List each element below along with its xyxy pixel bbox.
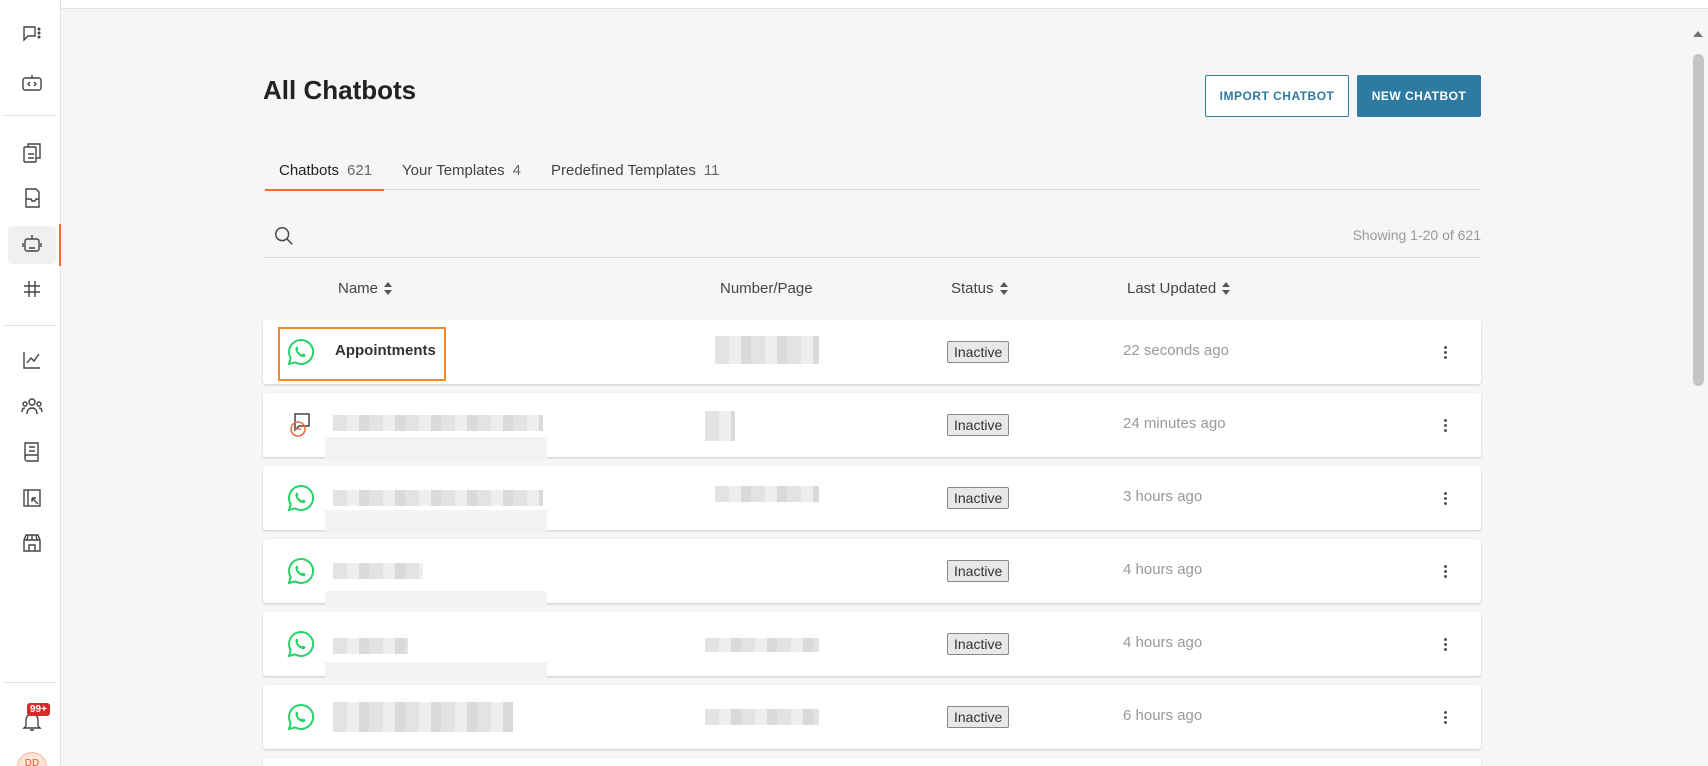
search-bar: Showing 1-20 of 621: [263, 214, 1481, 258]
tab-chatbots[interactable]: Chatbots 621: [264, 150, 385, 191]
tab-your-templates[interactable]: Your Templates 4: [402, 150, 521, 190]
new-chatbot-button[interactable]: NEW CHATBOT: [1357, 75, 1481, 117]
sort-icon: [384, 282, 393, 295]
code-bot-icon[interactable]: [19, 70, 45, 96]
tab-predefined-templates[interactable]: Predefined Templates 11: [551, 150, 719, 190]
whatsapp-icon: [287, 557, 315, 585]
table-row[interactable]: Appointments Inactive 22 seconds ago: [263, 320, 1481, 384]
redacted-block: [325, 437, 547, 461]
whatsapp-icon: [287, 484, 315, 512]
redacted-number: [705, 638, 819, 652]
redacted-block: [325, 510, 547, 534]
sort-icon: [1222, 282, 1231, 295]
avatar[interactable]: DD: [17, 752, 47, 766]
redacted-name: [333, 638, 408, 654]
last-updated: 4 hours ago: [1123, 634, 1203, 651]
tab-bar: Chatbots 621 Your Templates 4 Predefined…: [263, 150, 1481, 191]
more-options-icon[interactable]: [1437, 488, 1453, 508]
last-updated: 24 minutes ago: [1123, 415, 1226, 432]
scrollbar[interactable]: [1690, 9, 1708, 766]
column-label: Name: [338, 280, 379, 297]
scrollbar-thumb[interactable]: [1693, 54, 1704, 386]
redacted-block: [325, 591, 547, 607]
whatsapp-icon: [287, 630, 315, 658]
column-header-name[interactable]: Name: [338, 280, 393, 297]
copy-doc-icon[interactable]: [19, 140, 45, 166]
status-badge: Inactive: [947, 341, 1010, 363]
column-label: Number/Page: [720, 280, 813, 297]
last-updated: 4 hours ago: [1123, 561, 1203, 578]
more-options-icon[interactable]: [1437, 342, 1453, 362]
redacted-block: [325, 662, 547, 680]
rail-divider: [4, 682, 56, 683]
redacted-number: [715, 486, 819, 502]
hashtag-icon[interactable]: [19, 276, 45, 302]
whatsapp-icon: [287, 338, 315, 366]
table-row[interactable]: Inactive 4 hours ago: [263, 612, 1481, 680]
redacted-name: [333, 563, 423, 579]
table-row[interactable]: Inactive 24 minutes ago: [263, 393, 1481, 461]
column-header-number: Number/Page: [720, 280, 813, 297]
more-options-icon[interactable]: [1437, 561, 1453, 581]
status-badge: Inactive: [947, 633, 1010, 655]
tab-label: Chatbots: [279, 161, 340, 179]
store-icon[interactable]: [19, 530, 45, 556]
redacted-name: [333, 490, 543, 506]
rail-divider: [4, 115, 56, 116]
column-header-last-updated[interactable]: Last Updated: [1127, 280, 1231, 297]
results-count: Showing 1-20 of 621: [1352, 227, 1481, 243]
more-options-icon[interactable]: [1437, 415, 1453, 435]
chatbot-icon[interactable]: [19, 231, 45, 257]
column-label: Status: [951, 280, 994, 297]
top-bar: [61, 0, 1708, 9]
notification-badge: 99+: [27, 703, 50, 716]
tab-count: 11: [703, 161, 720, 179]
import-chatbot-button[interactable]: IMPORT CHATBOT: [1205, 75, 1349, 117]
table-row[interactable]: [263, 758, 1481, 766]
status-badge: Inactive: [947, 487, 1010, 509]
redacted-name: [333, 415, 543, 431]
tab-label: Your Templates: [402, 161, 505, 179]
last-updated: 22 seconds ago: [1123, 342, 1229, 359]
redacted-name: [333, 702, 513, 732]
tab-label: Predefined Templates: [551, 161, 696, 179]
contacts-icon[interactable]: [19, 393, 45, 419]
table-row[interactable]: Inactive 3 hours ago: [263, 466, 1481, 534]
last-updated: 3 hours ago: [1123, 488, 1203, 505]
column-label: Last Updated: [1127, 280, 1217, 297]
status-badge: Inactive: [947, 414, 1010, 436]
redacted-number: [705, 411, 735, 441]
redacted-number: [705, 709, 819, 725]
status-badge: Inactive: [947, 560, 1010, 582]
table-row[interactable]: Inactive 6 hours ago: [263, 685, 1481, 749]
book-icon[interactable]: [19, 439, 45, 465]
left-sidebar: 99+ DD: [0, 0, 61, 766]
search-icon[interactable]: [273, 225, 295, 247]
active-indicator: [59, 224, 61, 266]
whatsapp-icon: [287, 703, 315, 731]
more-options-icon[interactable]: [1437, 707, 1453, 727]
analytics-icon[interactable]: [19, 347, 45, 373]
rail-divider: [4, 325, 56, 326]
more-options-icon[interactable]: [1437, 634, 1453, 654]
messenger-bot-icon: [290, 413, 310, 437]
table-row[interactable]: Inactive 4 hours ago: [263, 539, 1481, 607]
tab-count: 621: [347, 161, 373, 179]
tab-count: 4: [512, 161, 521, 179]
sort-icon: [999, 282, 1008, 295]
inbox-icon[interactable]: [19, 185, 45, 211]
chatbot-name[interactable]: Appointments: [335, 342, 436, 359]
last-updated: 6 hours ago: [1123, 707, 1203, 724]
page-title: All Chatbots: [263, 75, 417, 105]
scroll-up-arrow[interactable]: [1693, 31, 1703, 37]
column-header-status[interactable]: Status: [951, 280, 1008, 297]
redacted-number: [715, 336, 819, 364]
campaign-icon[interactable]: [19, 485, 45, 511]
chat-icon[interactable]: [19, 22, 45, 48]
status-badge: Inactive: [947, 706, 1010, 728]
search-input[interactable]: [303, 222, 903, 250]
